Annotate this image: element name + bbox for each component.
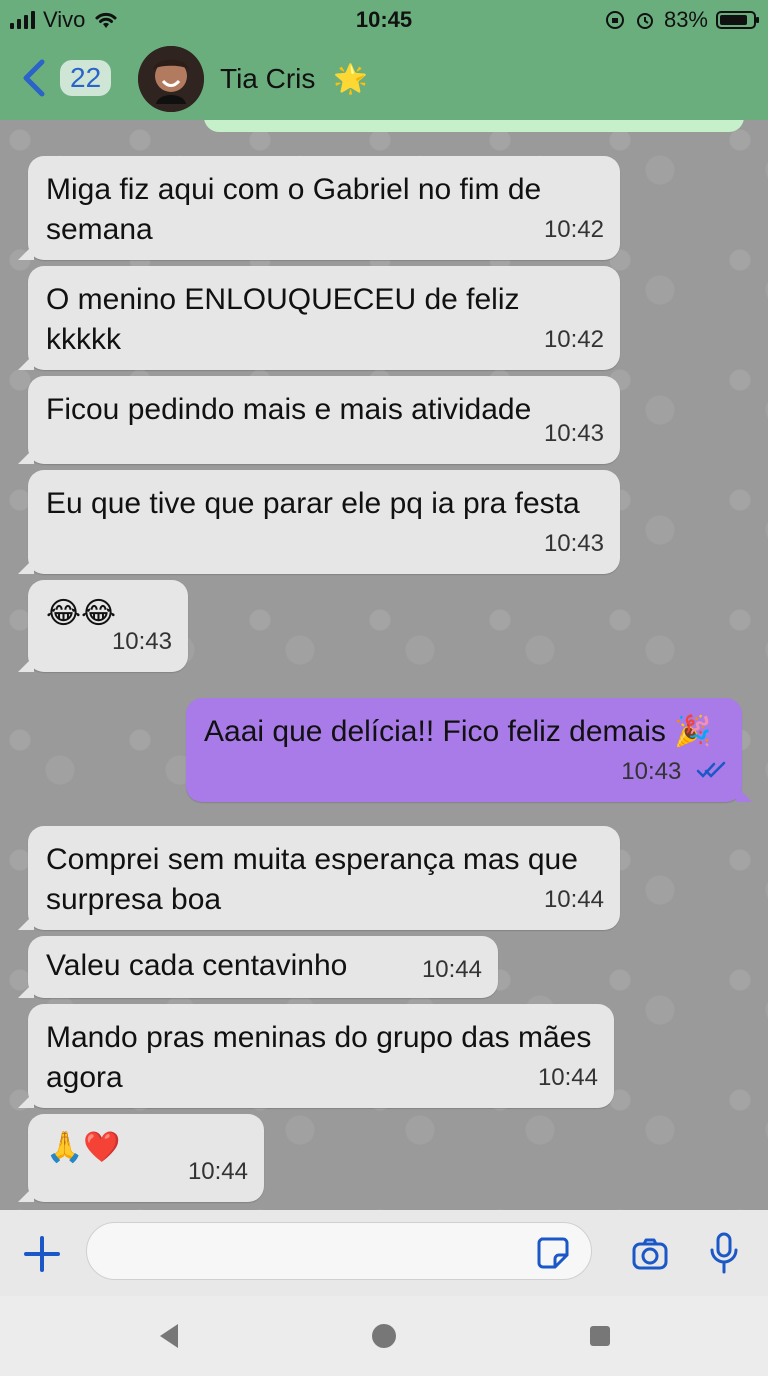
battery-percent: 83% [663, 7, 708, 32]
message-bubble[interactable]: Eu que tive que parar ele pq ia pra fest… [18, 470, 620, 574]
message-input[interactable] [86, 1222, 592, 1280]
message-time: 10:44 [421, 956, 482, 983]
contact-title[interactable]: Tia Cris 🌟 [220, 62, 368, 95]
message-time: 10:44 [543, 886, 604, 913]
chat-history[interactable]: Miga fiz aqui com o Gabriel no fim de se… [0, 120, 768, 1210]
home-circle-icon[interactable] [366, 1318, 402, 1354]
message-text: O menino ENLOUQUECEU de feliz kkkkk [46, 283, 520, 356]
unread-count-badge: 22 [60, 60, 112, 96]
message-time-text: 10:43 [621, 758, 682, 785]
recents-square-icon[interactable] [582, 1318, 618, 1354]
alarm-icon [636, 13, 653, 29]
message-text: Valeu cada centavinho [46, 949, 348, 982]
status-bar: Vivo 10:45 83% [0, 0, 768, 40]
message-bubble-outgoing[interactable]: Aaai que delícia!! Fico feliz demais 🎉 1… [186, 698, 752, 802]
battery-icon [716, 11, 759, 29]
message-time: 10:42 [543, 216, 604, 243]
message-bubble[interactable]: Miga fiz aqui com o Gabriel no fim de se… [18, 156, 620, 260]
plus-icon[interactable] [20, 1232, 64, 1276]
back-button[interactable]: 22 [18, 58, 112, 98]
message-bubble[interactable]: 🙏❤️ 10:44 [18, 1114, 264, 1202]
android-navigation-bar [0, 1296, 768, 1376]
message-text: Mando pras meninas do grupo das mães ago… [46, 1021, 592, 1094]
message-text: Eu que tive que parar ele pq ia pra fest… [46, 487, 580, 520]
message-time: 10:44 [537, 1064, 598, 1091]
chevron-left-icon [23, 59, 45, 97]
message-bubble[interactable]: Comprei sem muita esperança mas que surp… [18, 826, 620, 930]
contact-name: Tia Cris [220, 63, 316, 94]
message-bubble[interactable]: Ficou pedindo mais e mais atividade 10:4… [18, 376, 620, 464]
chat-header: 22 Tia Cris 🌟 [0, 40, 768, 120]
avatar-image [138, 46, 204, 112]
message-text: Comprei sem muita esperança mas que surp… [46, 843, 578, 916]
message-text: Miga fiz aqui com o Gabriel no fim de se… [46, 173, 542, 246]
message-time: 10:43 [621, 752, 726, 792]
sticker-icon[interactable] [533, 1233, 571, 1271]
message-text: Aaai que delícia!! Fico feliz demais 🎉 [204, 715, 712, 748]
message-time: 10:43 [543, 530, 604, 557]
top-bar: Vivo 10:45 83% 22 Tia Cris 🌟 [0, 0, 768, 120]
status-right: 83% [604, 7, 759, 33]
message-bubble[interactable]: Valeu cada centavinho 10:44 [18, 936, 498, 998]
message-text: Ficou pedindo mais e mais atividade [46, 393, 532, 426]
camera-icon[interactable] [628, 1232, 672, 1276]
screen-rotation-lock-icon [605, 11, 624, 29]
message-bubble[interactable]: O menino ENLOUQUECEU de feliz kkkkk 10:4… [18, 266, 620, 370]
back-triangle-icon[interactable] [150, 1318, 186, 1354]
message-bubble[interactable]: Mando pras meninas do grupo das mães ago… [18, 1004, 614, 1108]
microphone-icon[interactable] [704, 1228, 744, 1276]
message-time: 10:43 [111, 628, 172, 655]
message-time: 10:43 [543, 420, 604, 447]
contact-emoji: 🌟 [333, 63, 369, 94]
message-time: 10:42 [543, 326, 604, 353]
message-time: 10:44 [187, 1158, 248, 1185]
message-input-bar [0, 1210, 768, 1296]
message-bubble[interactable]: 😂😂 10:43 [18, 580, 188, 672]
avatar[interactable] [138, 46, 204, 112]
previous-outgoing-bubble-cut [204, 120, 744, 132]
read-receipt-icon [696, 758, 726, 785]
